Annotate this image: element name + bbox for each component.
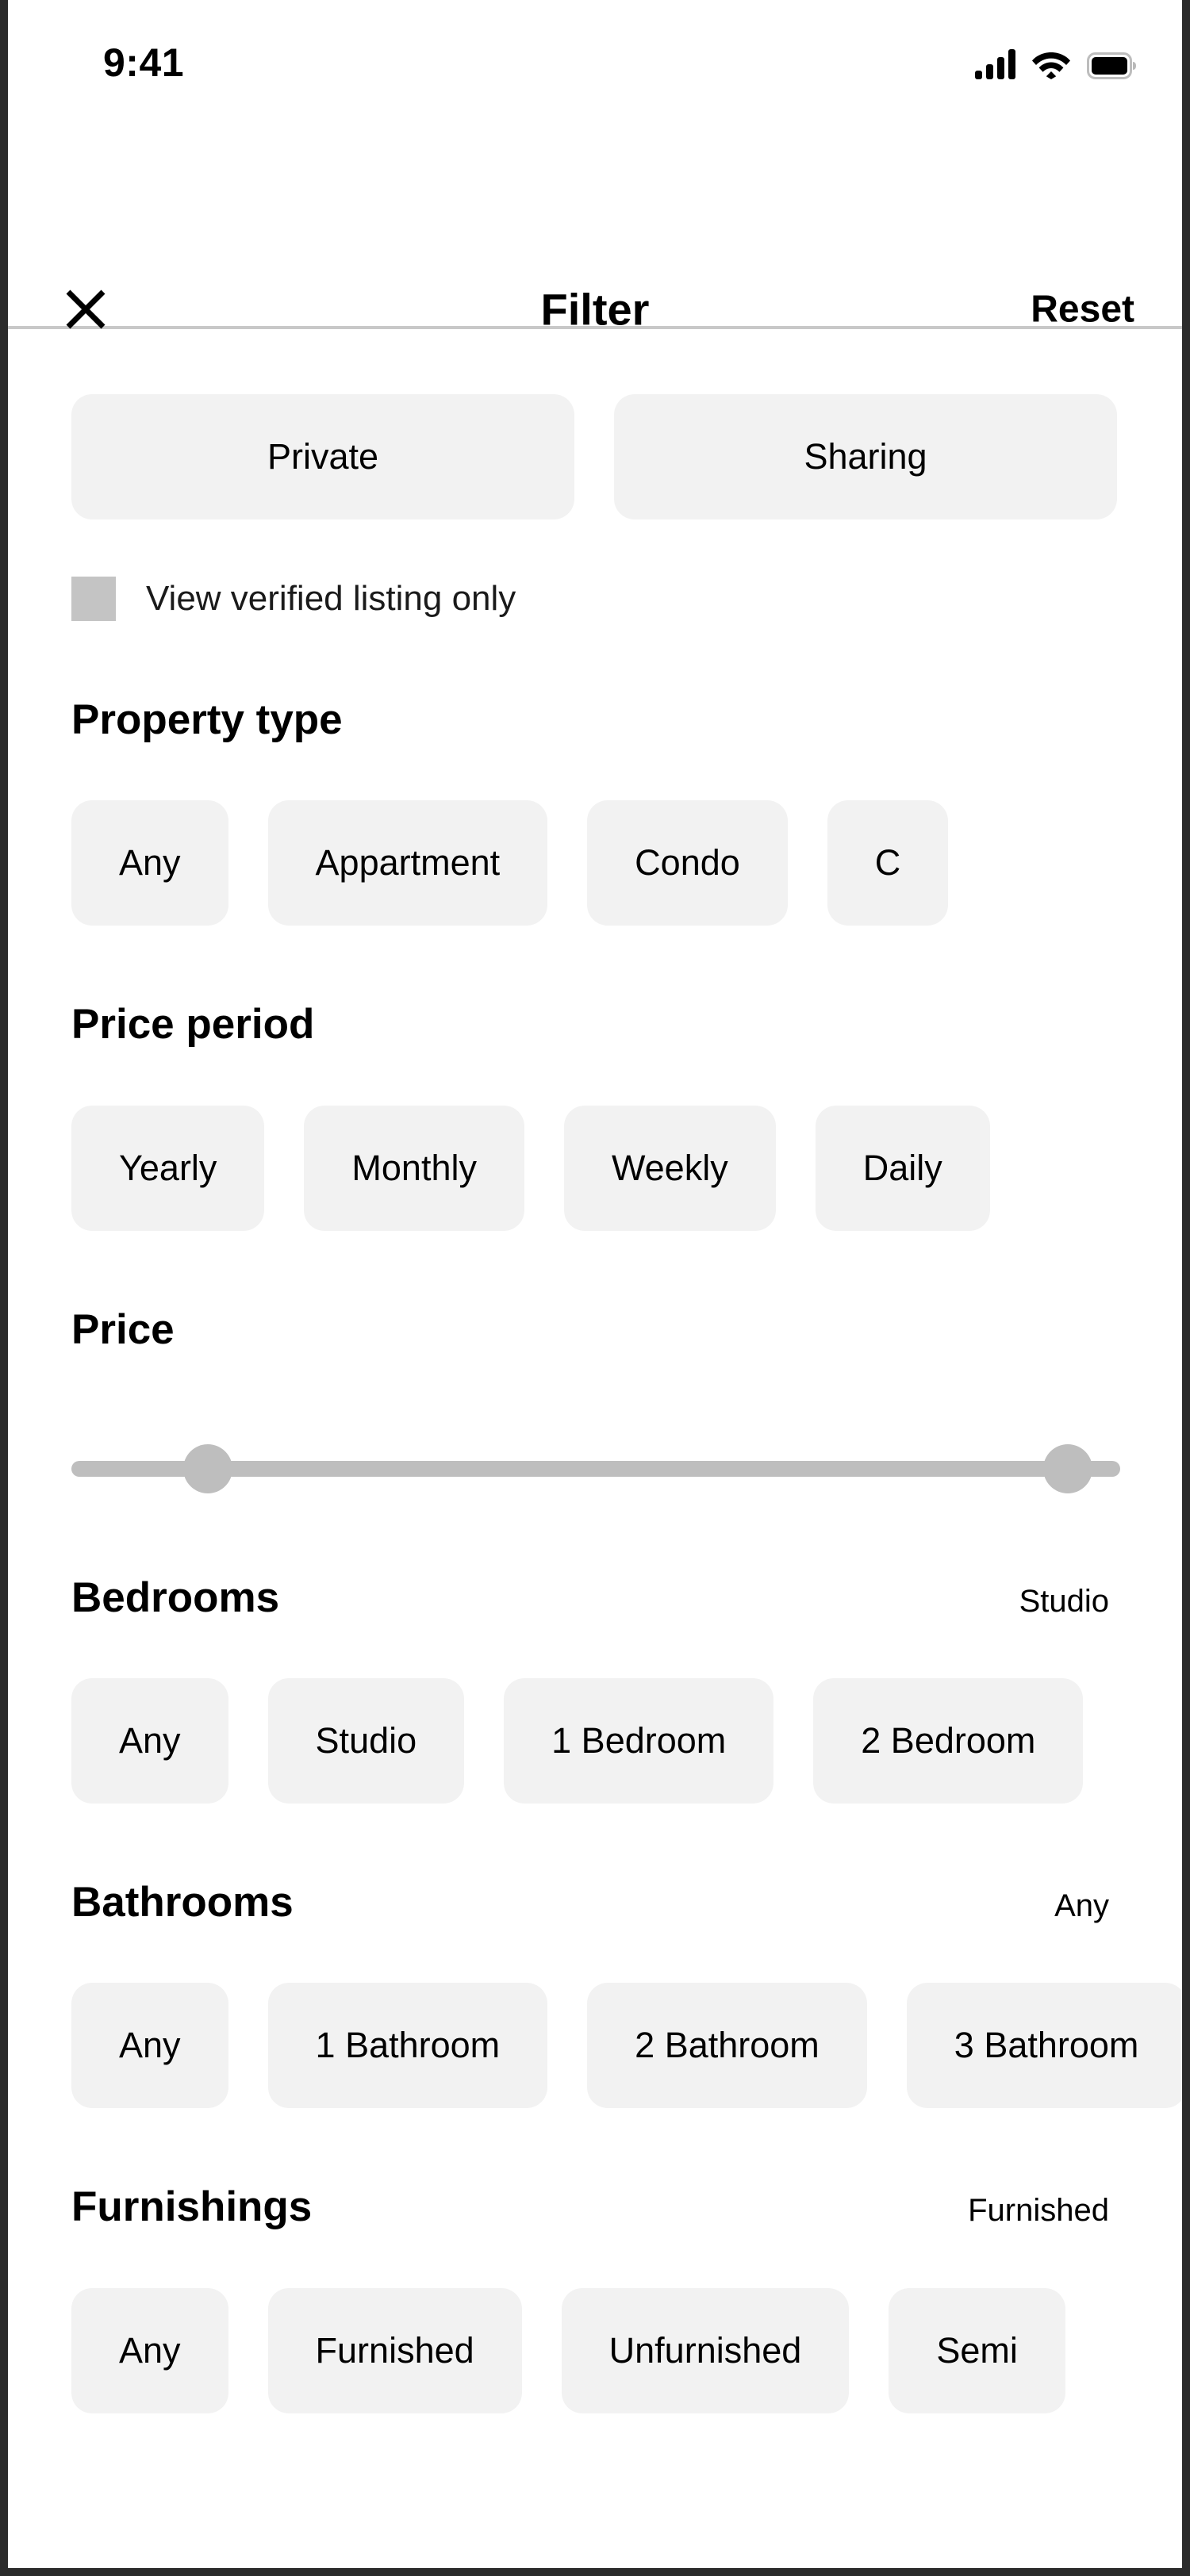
bedrooms-chip-any[interactable]: Any	[71, 1678, 228, 1804]
section-title-price-period: Price period	[71, 1001, 315, 1048]
status-bar: 9:41	[8, 0, 1182, 127]
price-period-chip-row[interactable]: Yearly Monthly Weekly Daily	[8, 1105, 1182, 1231]
bedrooms-chip-studio[interactable]: Studio	[267, 1678, 465, 1804]
furnishings-selected-value: Furnished	[968, 2193, 1109, 2229]
bathrooms-chip-any[interactable]: Any	[71, 1983, 228, 2109]
section-bedrooms: Bedrooms Studio Any Studio 1 Bedroom 2 B…	[8, 1499, 1182, 1804]
price-slider-min-thumb[interactable]	[182, 1443, 232, 1493]
listing-type-option-private[interactable]: Private	[71, 394, 574, 519]
property-type-chip-appartment[interactable]: Appartment	[267, 800, 548, 926]
price-period-chip-weekly[interactable]: Weekly	[564, 1105, 776, 1231]
property-type-chip-row[interactable]: Any Appartment Condo C	[8, 800, 1182, 926]
section-bathrooms: Bathrooms Any Any 1 Bathroom 2 Bathroom …	[8, 1804, 1182, 2109]
bathrooms-chip-row[interactable]: Any 1 Bathroom 2 Bathroom 3 Bathroom	[8, 1983, 1182, 2109]
furnishings-chip-unfurnished[interactable]: Unfurnished	[561, 2287, 850, 2413]
section-header: Price period	[8, 1001, 1182, 1048]
price-slider-max-thumb[interactable]	[1042, 1443, 1092, 1493]
bedrooms-chip-2-bedroom[interactable]: 2 Bedroom	[813, 1678, 1084, 1804]
property-type-chip-any[interactable]: Any	[71, 800, 228, 926]
filter-body: Private Sharing View verified listing on…	[8, 329, 1182, 2461]
section-header: Property type	[8, 696, 1182, 743]
furnishings-chip-any[interactable]: Any	[71, 2287, 228, 2413]
property-type-chip-condo[interactable]: Condo	[587, 800, 788, 926]
section-title-property-type: Property type	[71, 696, 343, 743]
property-type-chip-next[interactable]: C	[827, 800, 949, 926]
bathrooms-chip-3-bathroom[interactable]: 3 Bathroom	[906, 1983, 1182, 2109]
section-header: Bathrooms Any	[8, 1879, 1182, 1926]
cellular-signal-icon	[975, 48, 1015, 79]
furnishings-chip-semi[interactable]: Semi	[889, 2287, 1065, 2413]
verified-listing-row[interactable]: View verified listing only	[8, 519, 1182, 621]
furnishings-chip-row[interactable]: Any Furnished Unfurnished Semi	[8, 2287, 1182, 2413]
bathrooms-selected-value: Any	[1054, 1888, 1109, 1924]
price-period-chip-yearly[interactable]: Yearly	[71, 1105, 265, 1231]
verified-listing-checkbox[interactable]	[71, 577, 116, 621]
bedrooms-selected-value: Studio	[1019, 1583, 1109, 1619]
status-bar-icons	[975, 48, 1136, 79]
device-frame: 9:41 Filter Reset Private Sharing View v…	[0, 0, 1190, 2576]
section-header: Price	[8, 1305, 1182, 1353]
bathrooms-chip-2-bathroom[interactable]: 2 Bathroom	[587, 1983, 867, 2109]
section-property-type: Property type Any Appartment Condo C	[8, 621, 1182, 926]
battery-full-icon	[1087, 52, 1136, 79]
price-range-slider[interactable]	[8, 1436, 1182, 1499]
bottom-spacer	[8, 2413, 1182, 2461]
listing-type-option-sharing[interactable]: Sharing	[614, 394, 1117, 519]
bedrooms-chip-row[interactable]: Any Studio 1 Bedroom 2 Bedroom	[8, 1678, 1182, 1804]
listing-type-segment: Private Sharing	[8, 329, 1182, 519]
section-title-price: Price	[71, 1305, 175, 1353]
bedrooms-chip-1-bedroom[interactable]: 1 Bedroom	[504, 1678, 774, 1804]
page-title: Filter	[540, 284, 650, 335]
reset-button[interactable]: Reset	[1031, 288, 1134, 332]
section-header: Furnishings Furnished	[8, 2183, 1182, 2231]
app-screen: 9:41 Filter Reset Private Sharing View v…	[8, 0, 1182, 2568]
section-header: Bedrooms Studio	[8, 1574, 1182, 1621]
price-period-chip-daily[interactable]: Daily	[815, 1105, 990, 1231]
section-title-bathrooms: Bathrooms	[71, 1879, 294, 1926]
section-furnishings: Furnishings Furnished Any Furnished Unfu…	[8, 2108, 1182, 2413]
wifi-icon	[1031, 48, 1071, 79]
bathrooms-chip-1-bathroom[interactable]: 1 Bathroom	[267, 1983, 548, 2109]
filter-header: Filter Reset	[8, 127, 1182, 335]
status-bar-time: 9:41	[103, 40, 185, 85]
section-price: Price	[8, 1231, 1182, 1499]
section-price-period: Price period Yearly Monthly Weekly Daily	[8, 926, 1182, 1231]
price-period-chip-monthly[interactable]: Monthly	[304, 1105, 524, 1231]
verified-listing-label: View verified listing only	[146, 579, 516, 618]
section-title-bedrooms: Bedrooms	[71, 1574, 280, 1621]
furnishings-chip-furnished[interactable]: Furnished	[267, 2287, 522, 2413]
section-title-furnishings: Furnishings	[71, 2183, 313, 2231]
